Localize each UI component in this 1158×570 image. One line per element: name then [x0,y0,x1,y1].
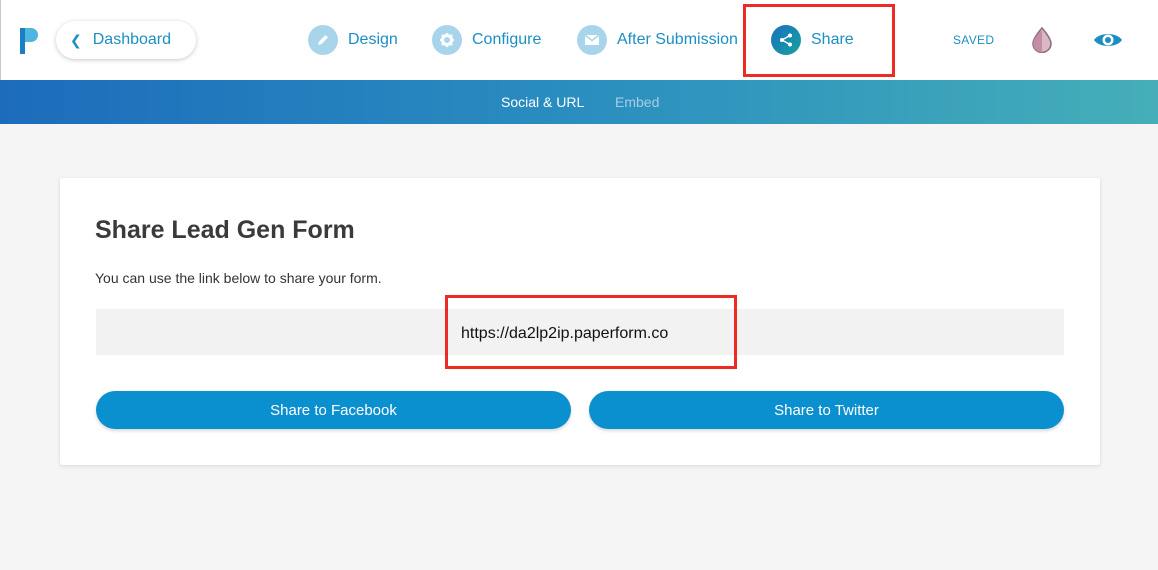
tab-embed[interactable]: Embed [615,94,659,110]
paperform-logo-icon[interactable] [19,26,39,56]
chevron-left-icon: ❮ [70,31,82,48]
top-bar: ❮ Dashboard Design Configure After Submi… [0,0,1158,80]
pencil-icon [308,25,338,55]
card-description: You can use the link below to share your… [95,270,382,286]
dashboard-button[interactable]: ❮ Dashboard [56,21,196,59]
share-highlight-box [743,4,895,77]
card-title: Share Lead Gen Form [95,216,355,244]
url-highlight-box [445,295,737,369]
share-facebook-button[interactable]: Share to Facebook [96,391,571,429]
share-card: Share Lead Gen Form You can use the link… [60,178,1100,465]
nav-configure-label: Configure [472,31,542,48]
envelope-icon [577,25,607,55]
nav-configure[interactable]: Configure [432,24,541,56]
theme-drop-icon[interactable] [1031,27,1053,53]
nav-after-submission-label: After Submission [617,31,738,48]
share-twitter-button[interactable]: Share to Twitter [589,391,1064,429]
eye-icon[interactable] [1093,29,1123,51]
sub-navigation: Social & URL Embed [0,80,1158,124]
nav-design-label: Design [348,31,398,48]
dashboard-label: Dashboard [92,31,172,48]
nav-after-submission[interactable]: After Submission [577,24,738,56]
nav-design[interactable]: Design [308,24,398,56]
gear-icon [432,25,462,55]
tab-social-url[interactable]: Social & URL [501,94,584,110]
saved-status: SAVED [953,33,995,47]
